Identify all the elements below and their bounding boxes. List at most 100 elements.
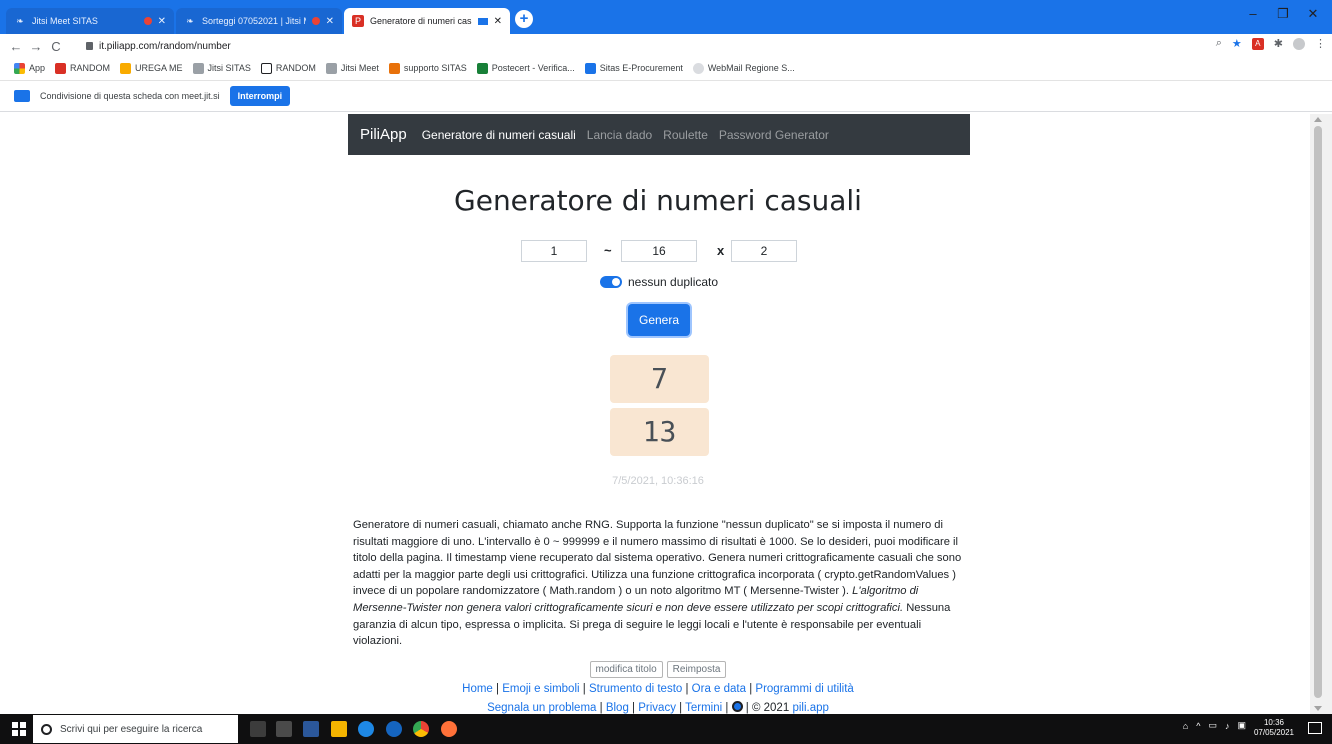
tab-jitsi-meet-sitas[interactable]: ❧ Jitsi Meet SITAS ✕ — [6, 8, 174, 34]
address-bar[interactable]: it.piliapp.com/random/number — [86, 37, 231, 55]
footer-link-time-date[interactable]: Ora e data — [692, 683, 746, 695]
extensions-icon[interactable]: ✱ — [1274, 37, 1283, 50]
minimize-icon[interactable]: – — [1238, 6, 1268, 21]
edge-legacy-icon[interactable] — [358, 721, 374, 737]
firefox-icon[interactable] — [441, 721, 457, 737]
bookmark-webmail[interactable]: WebMail Regione S... — [692, 62, 795, 74]
clock-date: 07/05/2021 — [1253, 728, 1294, 737]
footer-link-home[interactable]: Home — [462, 683, 493, 695]
taskbar-search-box[interactable]: Scrivi qui per eseguire la ricerca — [33, 715, 238, 743]
close-tab-icon[interactable]: ✕ — [326, 16, 334, 27]
sharing-indicator-icon — [477, 17, 488, 25]
back-icon[interactable]: ← — [6, 39, 26, 54]
page-actions: modifica titolo Reimposta — [0, 661, 1310, 678]
taskbar-clock[interactable]: 10:36 07/05/2021 — [1254, 718, 1294, 738]
internet-explorer-icon[interactable] — [386, 721, 402, 737]
jitsi-feather-icon: ❧ — [186, 15, 194, 26]
system-tray: ⌂ ^ ▭ ♪ ▣ — [1183, 720, 1246, 731]
bookmark-label: Jitsi SITAS — [207, 63, 251, 73]
footer-link-utilities[interactable]: Programmi di utilità — [755, 683, 853, 695]
bookmark-random-r[interactable]: RANDOM — [260, 62, 316, 74]
tab-generatore[interactable]: P Generatore di numeri casuali ✕ — [344, 8, 510, 34]
nav-link-roulette[interactable]: Roulette — [663, 128, 708, 142]
screen: ❧ Jitsi Meet SITAS ✕ ❧ Sorteggi 07052021… — [0, 0, 1332, 744]
footer-link-blog[interactable]: Blog — [606, 702, 629, 714]
profile-avatar-icon[interactable] — [1293, 37, 1305, 50]
pdf-extension-icon[interactable]: A — [1251, 37, 1264, 50]
close-tab-icon[interactable]: ✕ — [158, 16, 166, 27]
bookmark-label: WebMail Regione S... — [707, 63, 795, 73]
cortana-icon — [41, 723, 52, 735]
scroll-thumb[interactable] — [1314, 126, 1322, 698]
new-tab-button[interactable]: + — [515, 10, 533, 28]
nav-link-lancia-dado[interactable]: Lancia dado — [587, 128, 652, 142]
network-icon[interactable]: ▭ — [1208, 720, 1217, 731]
tab-sharing-bar: Condivisione di questa scheda con meet.j… — [0, 80, 1332, 112]
random-favicon-icon — [55, 62, 67, 74]
site-navbar: PiliApp Generatore di numeri casuali Lan… — [348, 114, 970, 155]
bookmarks-bar: App RANDOM UREGA ME Jitsi SITAS RANDOM J… — [0, 58, 1332, 78]
bookmark-sitas-eproc[interactable]: Sitas E-Procurement — [584, 62, 683, 74]
max-input[interactable]: 16 — [621, 240, 697, 262]
bookmark-jitsi-sitas[interactable]: Jitsi SITAS — [192, 62, 251, 74]
bookmark-postecert[interactable]: Postecert - Verifica... — [476, 62, 575, 74]
switch-knob — [612, 278, 620, 286]
no-duplicates-switch[interactable] — [600, 276, 622, 288]
bookmark-apps[interactable]: App — [14, 62, 45, 74]
footer-link-emoji[interactable]: Emoji e simboli — [502, 683, 579, 695]
bookmark-jitsi-meet[interactable]: Jitsi Meet — [325, 62, 379, 74]
menu-kebab-icon[interactable]: ⋮ — [1315, 37, 1326, 50]
site-brand[interactable]: PiliApp — [360, 126, 407, 143]
tab-title: Generatore di numeri casuali — [370, 16, 472, 26]
footer-link-report[interactable]: Segnala un problema — [487, 702, 596, 714]
bookmark-urega[interactable]: UREGA ME — [120, 62, 183, 74]
language-globe-icon[interactable] — [731, 701, 743, 712]
count-input[interactable]: 2 — [731, 240, 797, 262]
bookmark-random[interactable]: RANDOM — [55, 62, 110, 74]
chrome-icon[interactable] — [413, 721, 429, 737]
close-window-icon[interactable]: ✕ — [1298, 6, 1328, 22]
notepad-app-icon[interactable] — [303, 721, 319, 737]
zoom-icon[interactable]: ⌕ — [1216, 37, 1222, 50]
tray-chevron-icon[interactable]: ^ — [1196, 721, 1200, 731]
microphone-icon[interactable] — [250, 721, 266, 737]
bookmark-supporto[interactable]: supporto SITAS — [388, 62, 467, 74]
footer-link-terms[interactable]: Termini — [685, 702, 722, 714]
footer-link-piliapp[interactable]: pili.app — [792, 702, 828, 714]
scroll-down-icon[interactable] — [1314, 706, 1322, 711]
result-value: 7 — [610, 355, 709, 403]
lock-icon — [86, 42, 93, 50]
min-input[interactable]: 1 — [521, 240, 587, 262]
scroll-up-icon[interactable] — [1314, 117, 1322, 122]
stop-sharing-button[interactable]: Interrompi — [229, 86, 291, 106]
apps-grid-icon — [14, 62, 25, 74]
url-text[interactable]: it.piliapp.com/random/number — [99, 41, 231, 52]
task-view-icon[interactable] — [276, 721, 292, 737]
windows-start-icon[interactable] — [12, 722, 26, 736]
nav-link-generatore[interactable]: Generatore di numeri casuali — [422, 128, 576, 142]
generate-button[interactable]: Genera — [628, 304, 690, 336]
page-scrollbar[interactable] — [1310, 114, 1332, 714]
result-value: 13 — [610, 408, 709, 456]
notification-center-icon[interactable] — [1308, 722, 1322, 734]
close-tab-icon[interactable]: ✕ — [494, 16, 502, 27]
reload-icon[interactable]: C — [46, 39, 66, 54]
edit-title-button[interactable]: modifica titolo — [589, 661, 663, 678]
recording-dot-icon — [143, 17, 152, 25]
restore-icon[interactable]: ❐ — [1268, 6, 1298, 22]
file-explorer-icon[interactable] — [331, 721, 347, 737]
reset-button[interactable]: Reimposta — [666, 661, 727, 678]
tab-sorteggi[interactable]: ❧ Sorteggi 07052021 | Jitsi Me ✕ — [176, 8, 342, 34]
tab-title: Jitsi Meet SITAS — [32, 16, 98, 26]
keyboard-icon[interactable]: ▣ — [1237, 720, 1246, 731]
people-icon[interactable]: ⌂ — [1183, 721, 1188, 731]
nav-link-password-generator[interactable]: Password Generator — [719, 128, 829, 142]
bookmark-star-icon[interactable]: ★ — [1232, 37, 1242, 50]
taskbar-search-placeholder: Scrivi qui per eseguire la ricerca — [60, 723, 203, 735]
volume-icon[interactable]: ♪ — [1225, 721, 1230, 731]
footer-link-privacy[interactable]: Privacy — [638, 702, 676, 714]
forward-icon[interactable]: → — [26, 39, 46, 54]
sharing-text: Condivisione di questa scheda con meet.j… — [40, 91, 220, 101]
footer-link-text-tool[interactable]: Strumento di testo — [589, 683, 682, 695]
urega-favicon-icon — [120, 62, 132, 74]
